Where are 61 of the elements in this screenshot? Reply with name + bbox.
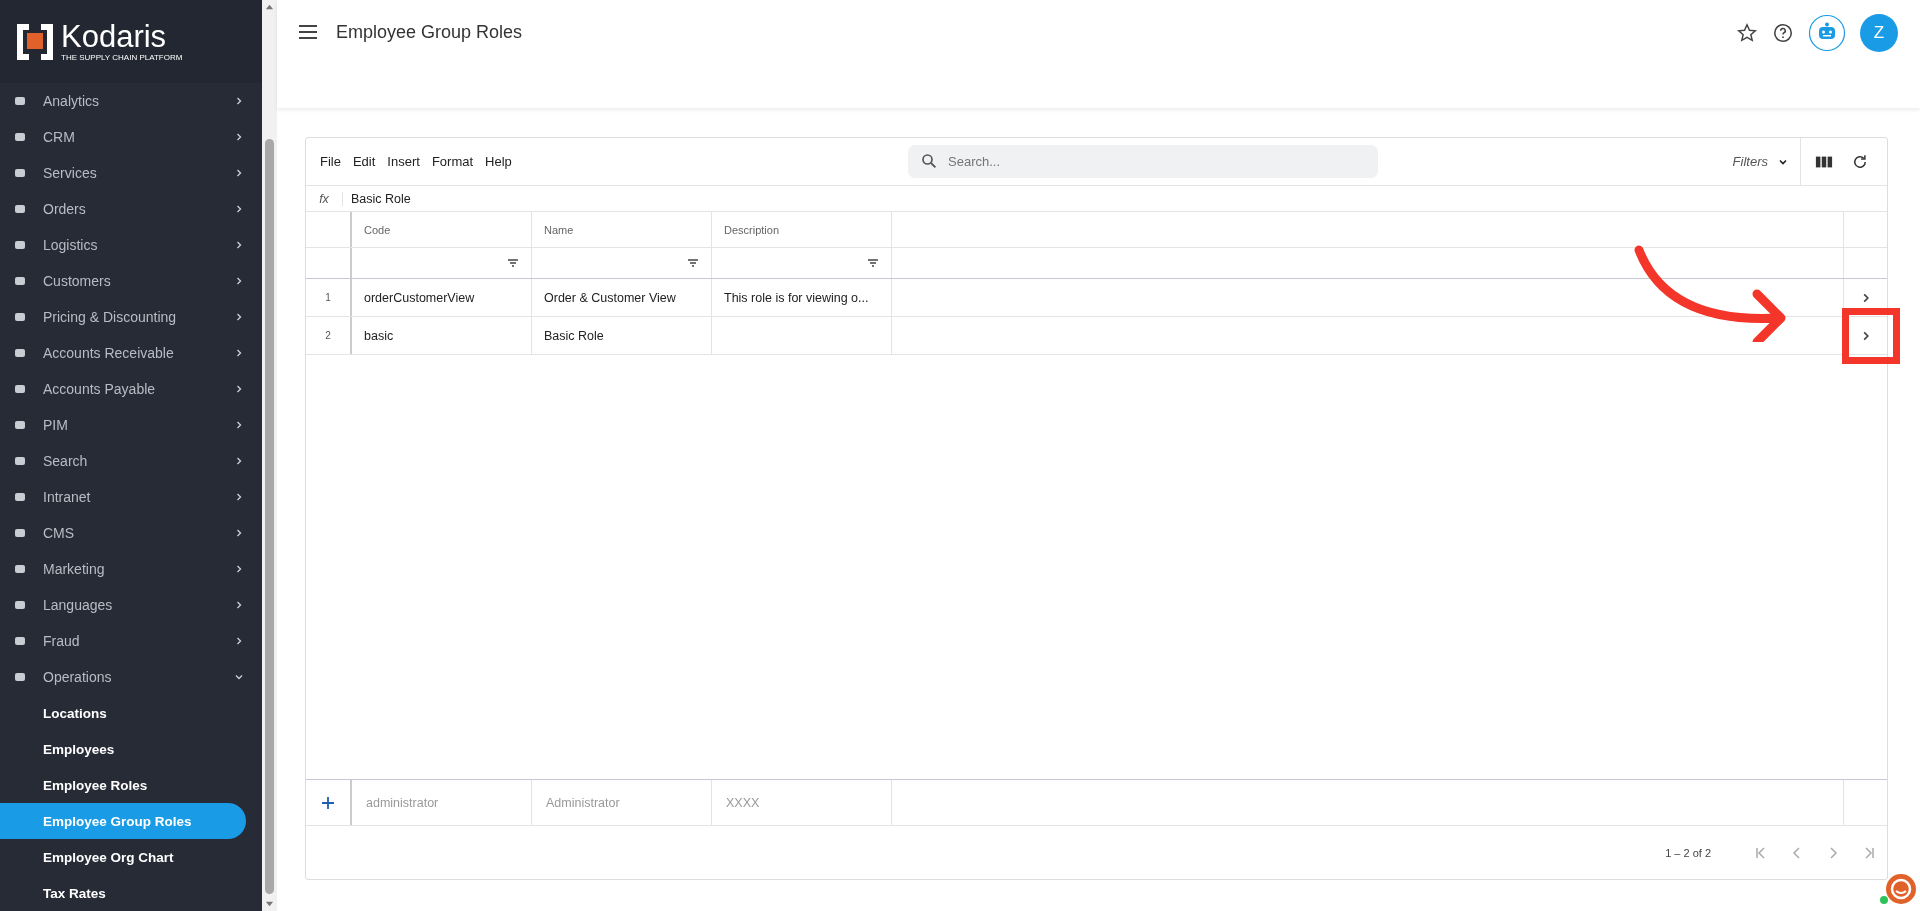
sidebar-item[interactable]: CRM <box>0 119 262 155</box>
sidebar-item[interactable]: CMS <box>0 515 262 551</box>
sidebar-item[interactable]: Languages <box>0 587 262 623</box>
sidebar-item[interactable]: PIM <box>0 407 262 443</box>
table-cell: basic <box>352 317 532 354</box>
input-field[interactable]: XXXX <box>724 794 878 811</box>
input-field[interactable]: administrator <box>364 794 518 811</box>
page-title: Employee Group Roles <box>336 22 523 42</box>
row-number: 1 <box>306 279 352 316</box>
sidebar-item[interactable]: Analytics <box>0 83 262 119</box>
sidebar-subitem[interactable]: Tax Rates <box>0 875 246 911</box>
input-field[interactable]: Administrator <box>544 794 698 811</box>
sidebar-item[interactable]: Orders <box>0 191 262 227</box>
sidebar-item[interactable]: Pricing & Discounting <box>0 299 262 335</box>
scroll-down-icon[interactable] <box>265 899 274 908</box>
sidebar-item[interactable]: Services <box>0 155 262 191</box>
filter-icon[interactable] <box>507 258 519 268</box>
search-field[interactable]: Search... <box>908 145 1378 178</box>
sidebar-subitem[interactable]: Employee Org Chart <box>0 839 246 875</box>
menu-item[interactable]: Edit <box>352 154 376 169</box>
table-cell: Basic Role <box>532 317 712 354</box>
formula-label: fx <box>306 191 343 206</box>
sidebar-item[interactable]: Customers <box>0 263 262 299</box>
sidebar-item[interactable]: Logistics <box>0 227 262 263</box>
logo-tagline: THE SUPPLY CHAIN PLATFORM <box>61 53 183 62</box>
filters-dropdown[interactable]: Filters <box>1720 154 1800 169</box>
scrollbar-thumb[interactable] <box>265 139 274 894</box>
star-icon[interactable] <box>1736 22 1758 44</box>
table-cell: Order & Customer View <box>532 279 712 316</box>
sidebar-item[interactable]: Accounts Payable <box>0 371 262 407</box>
menu-item[interactable]: Insert <box>387 154 420 169</box>
search-icon <box>920 152 938 170</box>
sidebar-subitem[interactable]: Employee Roles <box>0 767 246 803</box>
menu-item[interactable]: Help <box>485 154 512 169</box>
sidebar-item[interactable]: Accounts Receivable <box>0 335 262 371</box>
table-cell: orderCustomerView <box>352 279 532 316</box>
sidebar-subitem[interactable]: Locations <box>0 695 246 731</box>
formula-value: Basic Role <box>350 191 411 206</box>
sidebar-subitem[interactable]: Employees <box>0 731 246 767</box>
menu-item[interactable]: File <box>320 154 341 169</box>
filter-icon[interactable] <box>687 258 699 268</box>
add-icon[interactable] <box>321 795 335 810</box>
filter-icon[interactable] <box>867 258 879 268</box>
column-header[interactable]: Code <box>352 212 532 247</box>
table-cell: This role is for viewing o... <box>712 279 892 316</box>
refresh-icon[interactable] <box>1851 152 1869 171</box>
logo-name: Kodaris <box>61 21 168 53</box>
logo-icon <box>15 21 55 62</box>
scroll-up-icon[interactable] <box>265 3 274 12</box>
menu-item[interactable]: Format <box>431 154 474 169</box>
robot-icon[interactable] <box>1808 14 1846 52</box>
pagination-range: 1 – 2 of 2 <box>1665 846 1711 859</box>
sidebar-item[interactable]: Search <box>0 443 262 479</box>
column-header[interactable]: Name <box>532 212 712 247</box>
column-header[interactable]: Description <box>712 212 892 247</box>
sidebar-item[interactable]: Operations <box>0 659 262 695</box>
row-number: 2 <box>306 317 352 354</box>
sidebar-item[interactable]: Intranet <box>0 479 262 515</box>
help-icon[interactable] <box>1772 22 1794 44</box>
sidebar-item[interactable]: Marketing <box>0 551 262 587</box>
sidebar-item[interactable]: Fraud <box>0 623 262 659</box>
